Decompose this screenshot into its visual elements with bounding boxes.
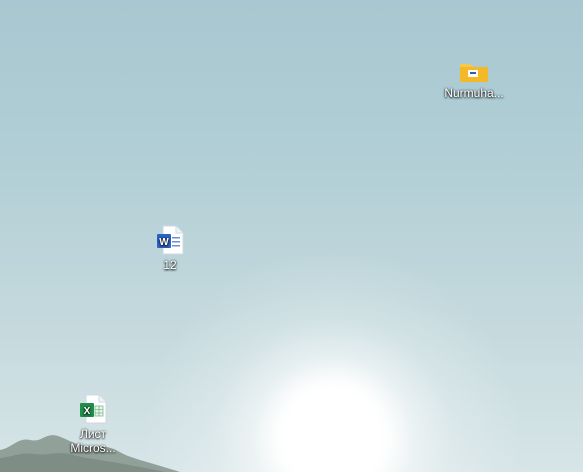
svg-text:X: X xyxy=(84,406,91,417)
desktop-icon-excel-document[interactable]: X Лист Micros... xyxy=(56,393,130,455)
svg-text:W: W xyxy=(159,237,169,248)
excel-document-icon: X xyxy=(80,394,107,424)
desktop-icon-word-document[interactable]: W 12 xyxy=(133,224,207,272)
desktop-background: Nurmuha... W 12 X Лист Micros... xyxy=(0,0,583,472)
desktop-icon-folder[interactable]: Nurmuha... xyxy=(437,58,511,100)
folder-icon xyxy=(460,64,488,82)
word-document-icon: W xyxy=(157,225,184,255)
desktop-icon-word-label: 12 xyxy=(163,258,177,272)
desktop-icon-excel-label: Лист Micros... xyxy=(70,427,116,455)
desktop-icon-folder-label: Nurmuha... xyxy=(444,86,504,100)
